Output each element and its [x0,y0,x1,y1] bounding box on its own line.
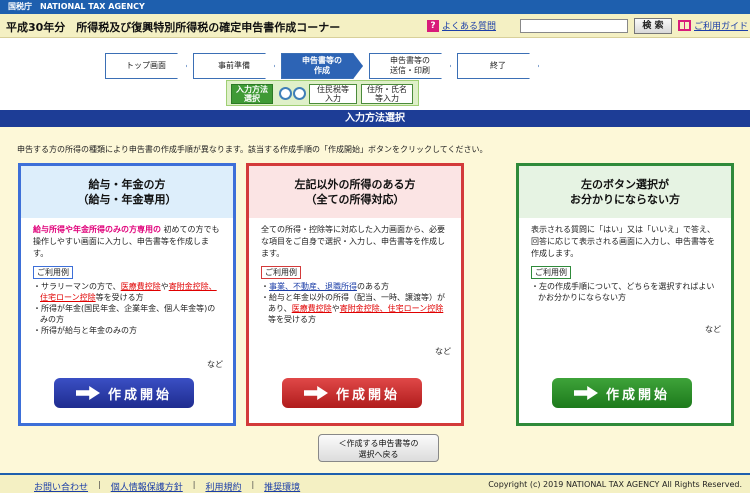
panel-heading: 左のボタン選択が お分かりにならない方 [519,166,731,218]
faq-link[interactable]: ? よくある質問 [427,19,496,32]
footer-separator: | [192,480,196,489]
panel-heading: 給与・年金の方 （給与・年金専用） [21,166,233,218]
panel-description: 全ての所得・控除等に対応した入力画面から、必要な項目をご自身で選択・入力し、申告… [261,225,445,258]
step-label: 申告書等の 送信・印刷 [390,56,430,75]
agency-banner: 国税庁 NATIONAL TAX AGENCY [0,0,750,14]
panel-subtitle: （全ての所得対応） [305,193,405,206]
step-create: 申告書等の 作成 [281,53,363,79]
panel-title: 左記以外の所得のある方 [294,178,416,191]
substep-input-method: 入力方法 選択 [231,84,273,104]
highlight-text: 給与所得や年金所得のみの方専用の [33,225,161,234]
book-icon [678,20,691,31]
step-label: トップ画面 [126,61,166,70]
footer-link-privacy[interactable]: 個人情報保護方針 [111,480,183,493]
panel-body: 給与所得や年金所得のみの方専用の 初めての方でも操作しやすい画面に入力し、申告書… [33,224,223,336]
progress-dot [293,87,306,100]
footer-separator: | [98,480,101,489]
start-button-salary[interactable]: 作成開始 [54,378,194,408]
step-top-screen: トップ画面 [105,53,187,79]
copyright: Copyright (c) 2019 NATIONAL TAX AGENCY A… [488,480,742,489]
panel-subtitle: （給与・年金専用） [77,193,177,206]
substep-label: 住民税等 入力 [317,85,349,103]
title-bar: 平成30年分 所得税及び復興特別所得税の確定申告書作成コーナー ? よくある質問… [0,14,750,38]
footer-link-environment[interactable]: 推奨環境 [264,480,300,493]
guide-link[interactable]: ご利用ガイド [678,19,748,32]
list-item: ・左の作成手順について、どちらを選択すればよいかお分かりにならない方 [531,282,715,302]
footer-link-terms[interactable]: 利用規約 [205,480,241,493]
step-preparation: 事前準備 [193,53,275,79]
panel-description: 表示される質問に「はい」又は「いいえ」で答え、回答に応じて表示される画面に入力し… [531,225,715,258]
list-item: ・サラリーマンの方で、医療費控除や寄附金控除、住宅ローン控除等を受ける方 [33,282,217,302]
page-title: 平成30年分 所得税及び復興特別所得税の確定申告書作成コーナー [6,21,341,34]
arrow-right-icon [75,386,100,400]
button-label: 作成開始 [107,387,172,403]
usage-list: ・事業、不動産、退職所得のある方 ・給与と年金以外の所得（配当、一時、譲渡等）が… [261,281,451,325]
substeps: 入力方法 選択 住民税等 入力 住所・氏名 等入力 [226,80,419,106]
start-button-other[interactable]: 作成開始 [282,378,422,408]
start-button-guided[interactable]: 作成開始 [552,378,692,408]
panel-subtitle: お分かりにならない方 [570,193,680,206]
panel-body: 表示される質問に「はい」又は「いいえ」で答え、回答に応じて表示される画面に入力し… [531,224,721,303]
intro-text: 申告する方の所得の種類により申告書の作成手順が異なります。該当する作成手順の「作… [17,145,488,154]
panel-heading: 左記以外の所得のある方 （全ての所得対応） [249,166,461,218]
substep-label: 入力方法 選択 [236,85,268,103]
panel-not-sure: 左のボタン選択が お分かりにならない方 表示される質問に「はい」又は「いいえ」で… [516,163,734,426]
panel-title: 給与・年金の方 [88,178,166,191]
step-label: 事前準備 [218,61,250,70]
progress-dot [279,87,292,100]
footer-separator: | [251,480,255,489]
search-button[interactable]: 検 索 [634,18,672,34]
panel-title: 左のボタン選択が [581,178,669,191]
section-title: 入力方法選択 [0,110,750,127]
etc-text: など [705,325,721,334]
arrow-right-icon [573,386,598,400]
arrow-right-icon [303,386,328,400]
panel-body: 全ての所得・控除等に対応した入力画面から、必要な項目をご自身で選択・入力し、申告… [261,224,451,325]
list-item: ・所得が給与と年金のみの方 [33,326,137,335]
etc-text: など [435,347,451,356]
button-label: 作成開始 [605,387,670,403]
main-content: 申告する方の所得の種類により申告書の作成手順が異なります。該当する作成手順の「作… [0,127,750,473]
usage-example-tag: ご利用例 [33,266,73,279]
footer-links: お問い合わせ | 個人情報保護方針 | 利用規約 | 推奨環境 [34,480,300,493]
back-button[interactable]: ＜作成する申告書等の 選択へ戻る [318,434,439,462]
substep-resident-tax: 住民税等 入力 [309,84,357,104]
usage-example-tag: ご利用例 [531,266,571,279]
list-item: ・給与と年金以外の所得（配当、一時、譲渡等）があり、医療費控除や寄附金控除、住宅… [261,293,445,324]
search-input[interactable] [520,19,628,33]
faq-label[interactable]: よくある質問 [442,19,496,32]
footer: お問い合わせ | 個人情報保護方針 | 利用規約 | 推奨環境 Copyrigh… [0,473,750,493]
usage-list: ・サラリーマンの方で、医療費控除や寄附金控除、住宅ローン控除等を受ける方 ・所得… [33,281,223,336]
panel-other-income: 左記以外の所得のある方 （全ての所得対応） 全ての所得・控除等に対応した入力画面… [246,163,464,426]
etc-text: など [207,360,223,369]
footer-link-contact[interactable]: お問い合わせ [34,480,88,493]
step-label: 申告書等の 作成 [302,56,342,75]
panel-salary-pension: 給与・年金の方 （給与・年金専用） 給与所得や年金所得のみの方専用の 初めての方… [18,163,236,426]
list-item: ・事業、不動産、退職所得のある方 [261,282,389,291]
usage-example-tag: ご利用例 [261,266,301,279]
substep-address: 住所・氏名 等入力 [361,84,413,104]
question-icon: ? [427,19,439,32]
step-send-print: 申告書等の 送信・印刷 [369,53,451,79]
step-label: 終了 [490,61,506,70]
usage-list: ・左の作成手順について、どちらを選択すればよいかお分かりにならない方 [531,281,721,303]
step-finish: 終了 [457,53,539,79]
substep-label: 住所・氏名 等入力 [367,85,407,103]
button-label: 作成開始 [335,387,400,403]
list-item: ・所得が年金(国民年金、企業年金、個人年金等)のみの方 [33,304,216,324]
guide-label[interactable]: ご利用ガイド [694,19,748,32]
